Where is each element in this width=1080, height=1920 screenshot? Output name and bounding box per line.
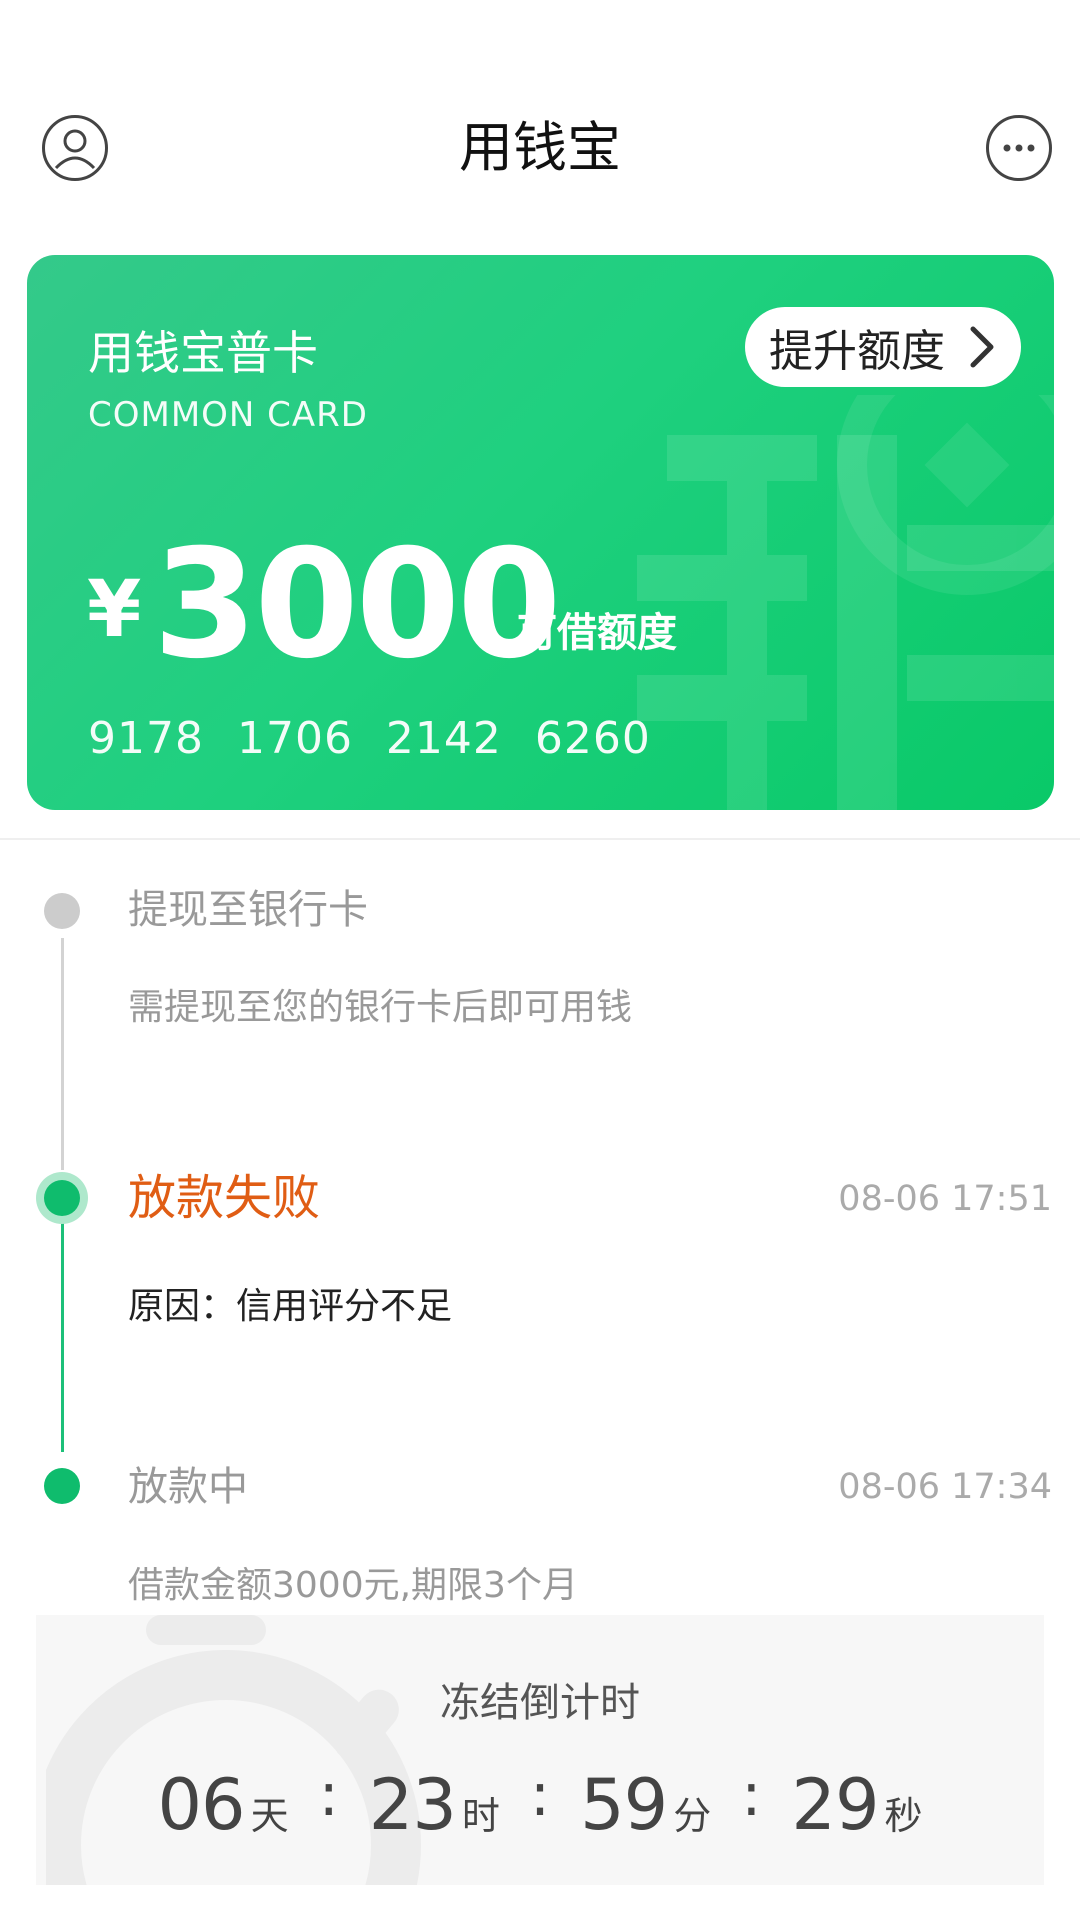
countdown-days-unit: 天	[250, 1794, 289, 1838]
credit-amount: 3000	[153, 518, 561, 692]
countdown-hours: 23	[368, 1764, 457, 1846]
coin-watermark-icon	[637, 395, 1054, 810]
timeline-connector	[61, 938, 64, 1170]
countdown-minutes-unit: 分	[673, 1794, 712, 1838]
currency-symbol: ¥	[87, 565, 142, 655]
countdown-minutes: 59	[580, 1764, 668, 1846]
countdown-timer: 06 天 : 23 时 : 59 分 : 29 秒	[36, 1760, 1044, 1846]
countdown-separator: :	[318, 1760, 339, 1830]
timeline-dot-active	[44, 1180, 80, 1216]
page-title: 用钱宝	[459, 116, 621, 179]
app-screen: 用钱宝 用钱宝普卡 COMMON CARD 提升额度 ¥ 3000 可借额度 9…	[0, 0, 1080, 1920]
timeline-step-title: 放款失败	[128, 1170, 321, 1226]
timeline-step-description: 需提现至您的银行卡后即可用钱	[128, 987, 633, 1028]
timeline-step-time: 08-06 17:34	[838, 1467, 1052, 1507]
more-dots-icon[interactable]	[986, 115, 1052, 181]
timeline-dot-done	[44, 1468, 80, 1504]
top-bar: 用钱宝	[0, 0, 1080, 240]
chevron-right-icon	[970, 326, 994, 368]
countdown-hours-unit: 时	[461, 1794, 500, 1838]
card-title: 用钱宝普卡	[88, 326, 318, 380]
timeline-step-description: 原因：信用评分不足	[128, 1286, 453, 1327]
timeline-step-title: 放款中	[128, 1464, 248, 1510]
countdown-separator: :	[529, 1760, 551, 1830]
countdown-seconds: 29	[791, 1764, 879, 1846]
card-subtitle: COMMON CARD	[88, 395, 368, 435]
freeze-countdown-panel: 冻结倒计时 06 天 : 23 时 : 59 分 : 29 秒	[36, 1615, 1044, 1885]
credit-amount-label: 可借额度	[517, 610, 677, 656]
countdown-separator: :	[741, 1760, 762, 1830]
timeline-step-title: 提现至银行卡	[128, 887, 368, 933]
timeline-step-time: 08-06 17:51	[838, 1179, 1052, 1219]
section-divider	[0, 838, 1080, 840]
credit-card-panel[interactable]: 用钱宝普卡 COMMON CARD 提升额度 ¥ 3000 可借额度 9178 …	[27, 255, 1054, 810]
timeline-connector	[61, 1220, 64, 1452]
countdown-days: 06	[157, 1764, 245, 1846]
timeline-step-description: 借款金额3000元,期限3个月	[128, 1565, 578, 1606]
countdown-title: 冻结倒计时	[440, 1680, 640, 1726]
raise-limit-button[interactable]: 提升额度	[745, 307, 1021, 387]
countdown-seconds-unit: 秒	[884, 1794, 923, 1838]
timeline-dot-pending	[44, 893, 80, 929]
raise-limit-label: 提升额度	[769, 326, 945, 377]
card-number: 9178 1706 2142 6260	[88, 713, 651, 764]
